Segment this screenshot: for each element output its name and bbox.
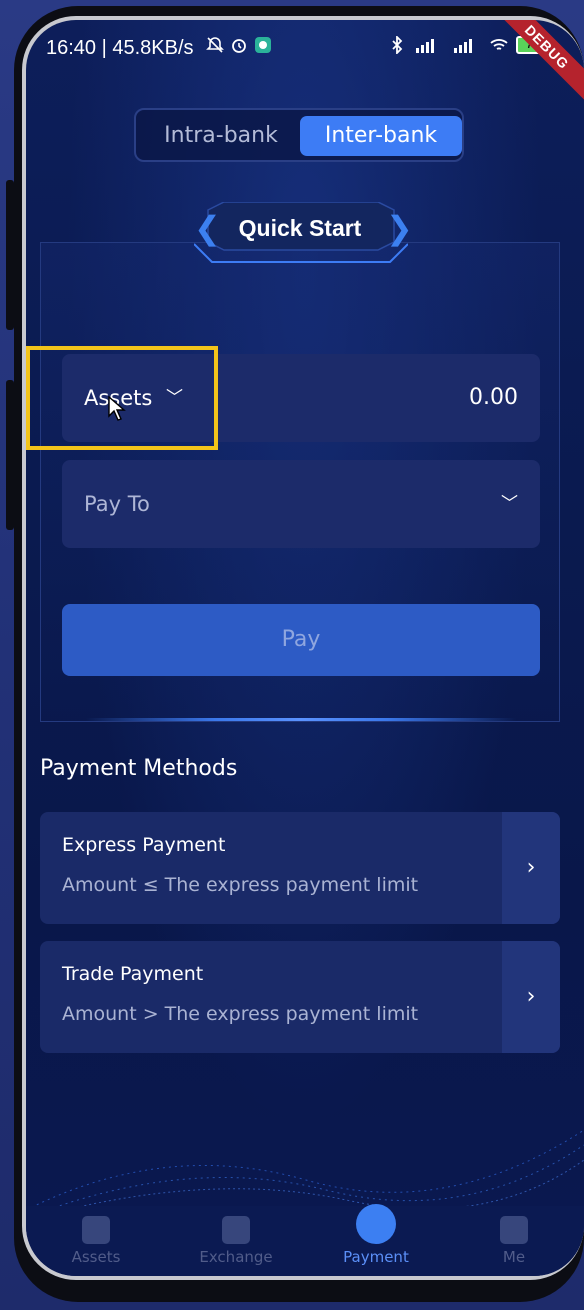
- tab-inter-bank[interactable]: Inter-bank: [300, 116, 462, 156]
- user-icon: [500, 1216, 528, 1244]
- chevron-right-icon: ❯: [386, 209, 413, 247]
- nav-label-assets: Assets: [71, 1248, 121, 1266]
- mouse-cursor-icon: [108, 396, 126, 421]
- signal-icon: [416, 39, 434, 53]
- pay-to-label: Pay To: [84, 492, 150, 516]
- chevron-right-icon[interactable]: ›: [502, 812, 560, 924]
- panel-glow-line: [86, 718, 516, 721]
- bluetooth-icon: [392, 36, 403, 54]
- nav-label-me: Me: [502, 1248, 526, 1266]
- mute-bell-icon: [206, 37, 224, 53]
- status-bar: 16:40 | 45.8KB/s: [26, 34, 584, 66]
- alarm-icon: [232, 39, 246, 53]
- quick-start-title: Quick Start: [238, 215, 362, 241]
- nav-label-payment: Payment: [343, 1248, 409, 1266]
- chevron-right-icon[interactable]: ›: [502, 941, 560, 1053]
- nav-item-assets[interactable]: Assets: [26, 1206, 166, 1276]
- volume-button: [6, 180, 14, 330]
- app-notification-icon: [255, 37, 271, 53]
- decorative-wave: [26, 1129, 584, 1220]
- payment-methods-heading: Payment Methods: [40, 756, 238, 781]
- trade-payment-desc: Amount > The express payment limit: [62, 1003, 419, 1025]
- chevron-down-icon[interactable]: ﹀: [501, 460, 518, 548]
- express-payment-card[interactable]: Express Payment Amount ≤ The express pay…: [40, 812, 560, 924]
- pay-button[interactable]: Pay: [62, 604, 540, 676]
- status-speed: | 45.8KB/s: [101, 37, 194, 59]
- express-payment-title: Express Payment: [62, 834, 226, 856]
- trade-payment-card[interactable]: Trade Payment Amount > The express payme…: [40, 941, 560, 1053]
- wifi-icon: [490, 39, 508, 50]
- nav-label-exchange: Exchange: [199, 1248, 273, 1266]
- tab-intra-bank[interactable]: Intra-bank: [142, 116, 300, 156]
- bank-type-toggle: Intra-bank Inter-bank: [134, 108, 464, 162]
- bottom-navigation: Assets Exchange Payment Me: [26, 1204, 584, 1276]
- payment-icon: [356, 1204, 396, 1244]
- power-button: [6, 380, 14, 530]
- wallet-icon: [82, 1216, 110, 1244]
- nav-item-exchange[interactable]: Exchange: [166, 1206, 306, 1276]
- signal-icon-2: [454, 39, 472, 53]
- phone-screen: 16:40 | 45.8KB/s DEBUG Intra-bank Inter-…: [26, 20, 584, 1276]
- video-frame: 16:40 | 45.8KB/s DEBUG Intra-bank Inter-…: [0, 0, 584, 1310]
- status-time: 16:40: [46, 37, 97, 59]
- pay-to-select[interactable]: Pay To ﹀: [62, 460, 540, 548]
- exchange-icon: [222, 1216, 250, 1244]
- status-time-speed: 16:40 | 45.8KB/s: [46, 37, 194, 60]
- nav-item-payment[interactable]: Payment: [306, 1204, 446, 1276]
- status-icons-left: [206, 36, 272, 54]
- express-payment-desc: Amount ≤ The express payment limit: [62, 874, 419, 896]
- trade-payment-title: Trade Payment: [62, 963, 204, 985]
- nav-item-me[interactable]: Me: [444, 1206, 584, 1276]
- assets-amount-value[interactable]: 0.00: [469, 354, 518, 442]
